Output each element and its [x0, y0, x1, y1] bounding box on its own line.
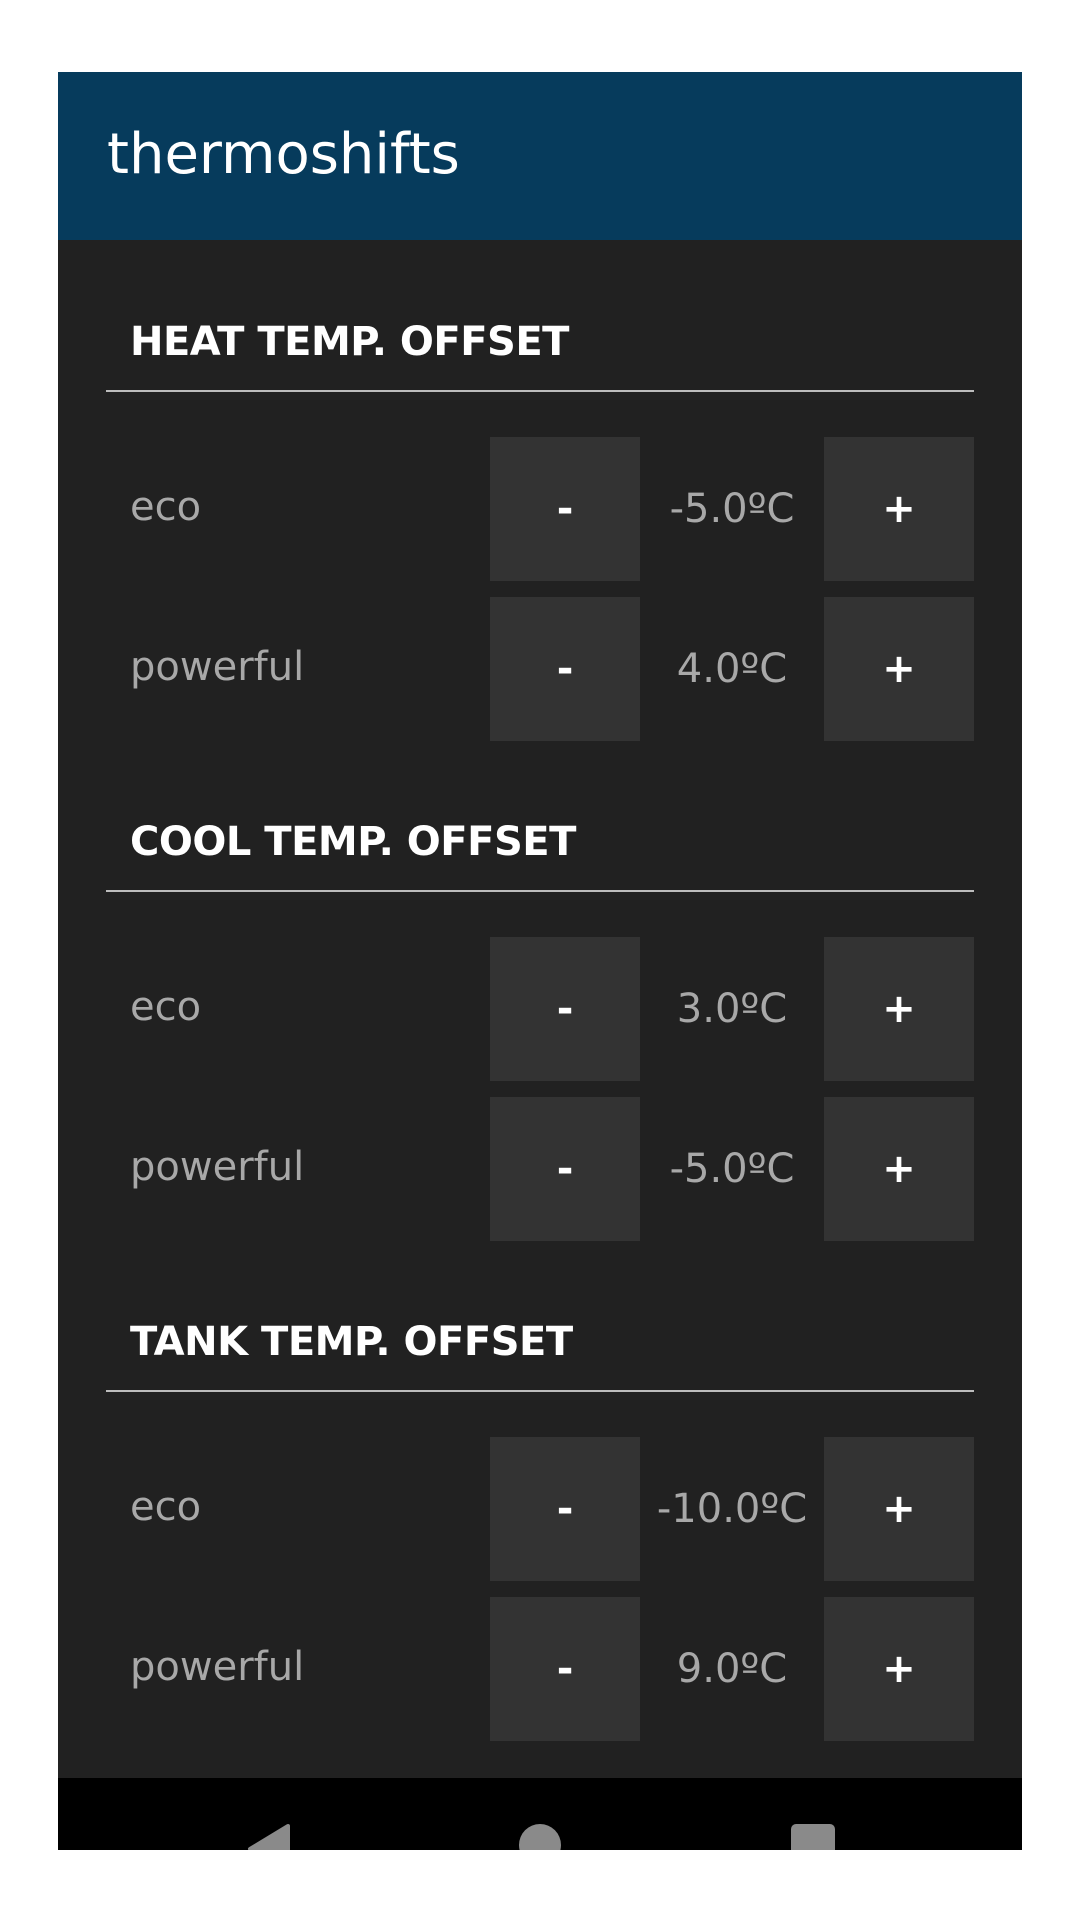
decrease-button[interactable]: - [490, 1097, 640, 1241]
row-label: eco [130, 484, 202, 530]
offset-value: -5.0ºC [669, 486, 795, 532]
recents-icon[interactable] [789, 1822, 837, 1850]
row-label: eco [130, 1484, 202, 1530]
increase-button[interactable]: + [824, 937, 974, 1081]
navigation-bar [58, 1778, 1022, 1850]
offset-row-powerful: powerful - -5.0ºC + [106, 1097, 974, 1241]
offset-row-eco: eco - -10.0ºC + [106, 1437, 974, 1581]
offset-value: 4.0ºC [676, 646, 788, 692]
offset-value: -5.0ºC [669, 1146, 795, 1192]
row-label: powerful [130, 644, 305, 690]
section-divider [106, 1390, 974, 1392]
offset-row-eco: eco - -5.0ºC + [106, 437, 974, 581]
increase-button[interactable]: + [824, 1097, 974, 1241]
app-bar: thermoshifts [58, 72, 1022, 240]
increase-button[interactable]: + [824, 437, 974, 581]
section-title: TANK TEMP. OFFSET [130, 1319, 573, 1365]
row-label: eco [130, 984, 202, 1030]
app-title: thermoshifts [107, 122, 460, 187]
increase-button[interactable]: + [824, 1597, 974, 1741]
back-icon[interactable] [244, 1822, 294, 1850]
row-label: powerful [130, 1644, 305, 1690]
decrease-button[interactable]: - [490, 1437, 640, 1581]
section-divider [106, 890, 974, 892]
increase-button[interactable]: + [824, 1437, 974, 1581]
offset-value: 9.0ºC [676, 1646, 788, 1692]
offset-value: -10.0ºC [656, 1486, 808, 1532]
home-icon[interactable] [517, 1822, 563, 1850]
app-screen: thermoshifts HEAT TEMP. OFFSET eco - -5.… [58, 72, 1022, 1850]
increase-button[interactable]: + [824, 597, 974, 741]
section-title: COOL TEMP. OFFSET [130, 819, 576, 865]
decrease-button[interactable]: - [490, 597, 640, 741]
section-divider [106, 390, 974, 392]
decrease-button[interactable]: - [490, 437, 640, 581]
offset-row-eco: eco - 3.0ºC + [106, 937, 974, 1081]
offset-value: 3.0ºC [676, 986, 788, 1032]
decrease-button[interactable]: - [490, 1597, 640, 1741]
section-title: HEAT TEMP. OFFSET [130, 319, 569, 365]
offset-row-powerful: powerful - 9.0ºC + [106, 1597, 974, 1741]
row-label: powerful [130, 1144, 305, 1190]
offset-row-powerful: powerful - 4.0ºC + [106, 597, 974, 741]
decrease-button[interactable]: - [490, 937, 640, 1081]
